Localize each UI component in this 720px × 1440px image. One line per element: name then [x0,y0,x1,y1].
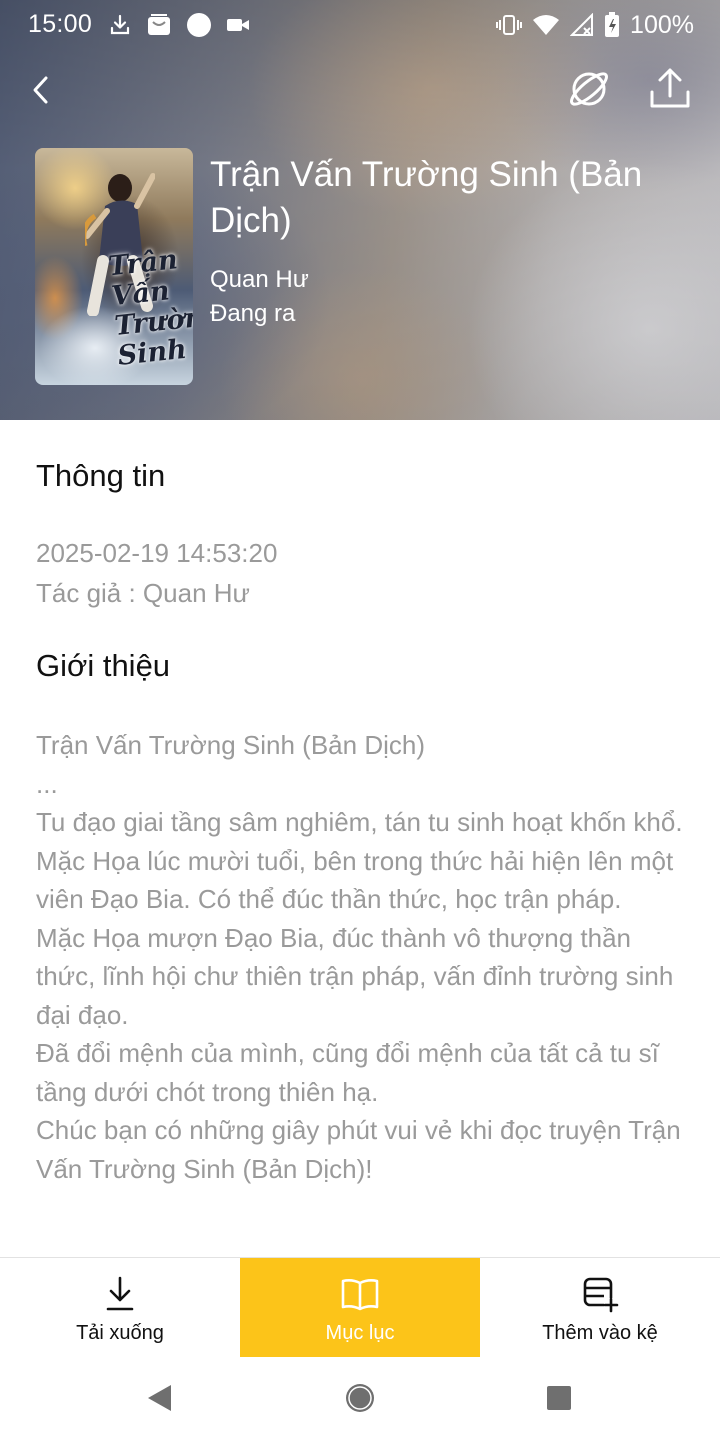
cover-title-art: Trận Vấn Trường Sinh [106,244,193,372]
intro-line: Trận Vấn Trường Sinh (Bản Dịch) [36,730,425,760]
open-book-icon [341,1279,379,1311]
circle-home-icon[interactable] [344,1382,376,1414]
download-label: Tải xuống [76,1322,164,1344]
vibrate-icon [496,15,523,35]
intro-line: ... [36,768,58,799]
share-icon[interactable] [646,64,694,112]
info-heading: Thông tin [36,458,166,493]
status-notification-icons [108,11,250,39]
toc-label: Mục lục [325,1322,395,1344]
intro-line: Đã đổi mệnh của mình, cũng đổi mệnh của … [36,1038,659,1107]
battery-icon [605,12,620,37]
book-status: Đang ra [210,300,296,327]
book-title: Trận Vấn Trường Sinh (Bản Dịch) [210,155,643,240]
status-time: 15:00 [28,10,93,38]
triangle-back-icon[interactable] [145,1383,175,1413]
author-line: Tác giả : Quan Hư [36,578,250,608]
status-bar: 15:00 100% [0,0,720,50]
intro-line: Tu đạo giai tầng sâm nghiêm, tán tu sinh… [36,807,683,837]
system-navigation-bar [0,1357,720,1440]
status-system-icons: 100% [496,10,694,40]
bottom-action-bar: Tải xuống Mục lục Thêm vào kệ [0,1257,720,1357]
intro-text: Trận Vấn Trường Sinh (Bản Dịch) ... Tu đ… [36,726,686,1188]
intro-line: Mặc Họa lúc mười tuổi, bên trong thức hả… [36,845,674,915]
update-timestamp: 2025-02-19 14:53:20 [36,538,278,568]
book-cover-image[interactable]: Trận Vấn Trường Sinh [35,148,193,385]
download-icon [110,14,130,35]
add-to-shelf-label: Thêm vào kệ [542,1322,658,1344]
video-camera-icon [227,19,249,31]
back-icon[interactable] [22,70,62,110]
wifi-icon [533,15,560,35]
battery-percent: 100% [630,10,694,39]
add-to-shelf-button[interactable]: Thêm vào kệ [480,1258,720,1357]
book-author[interactable]: Quan Hư [210,266,309,294]
inbox-icon [148,14,170,35]
circle-icon [187,13,211,37]
intro-heading: Giới thiệu [36,648,171,683]
signal-icon [570,13,594,36]
download-button[interactable]: Tải xuống [0,1258,240,1357]
intro-line: Chúc bạn có những giây phút vui vẻ khi đ… [36,1115,681,1184]
book-details[interactable]: Thông tin 2025-02-19 14:53:20 Tác giả : … [0,420,720,1257]
intro-line: Mặc Họa mượn Đạo Bia, đúc thành vô thượn… [36,922,674,1030]
download-icon [106,1276,134,1311]
add-to-shelf-icon [583,1277,619,1313]
table-of-contents-button[interactable]: Mục lục [240,1258,480,1357]
planet-icon[interactable] [566,66,612,112]
square-recent-icon[interactable] [546,1385,572,1411]
